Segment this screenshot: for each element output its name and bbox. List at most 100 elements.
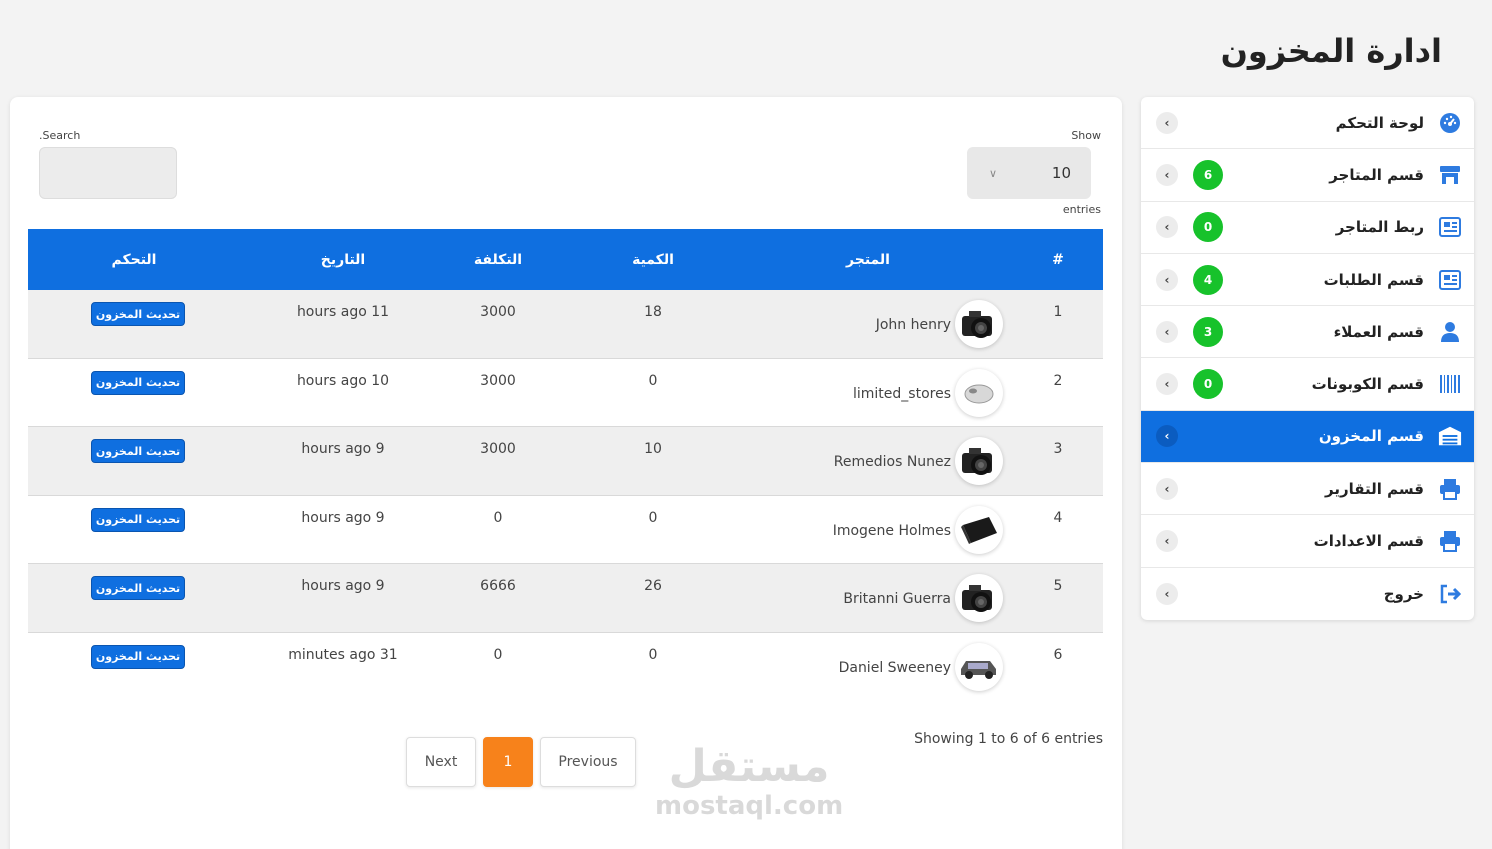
previous-page-button[interactable]: Previous — [540, 737, 636, 787]
quantity-value: 10 — [644, 441, 662, 458]
count-badge: 3 — [1193, 316, 1223, 347]
chevron-left-icon: ‹ — [1156, 111, 1178, 134]
quantity-value: 26 — [644, 578, 662, 595]
header-cost[interactable]: التكلفة — [448, 252, 548, 268]
sidebar-item-inventory[interactable]: قسم المخزون ‹ — [1141, 410, 1474, 464]
store-icon — [1438, 163, 1462, 187]
sidebar-menu: لوحة التحكم ‹ قسم المتاجر 6 ‹ ربط المتاج… — [1141, 97, 1474, 620]
cost-value: 0 — [493, 509, 503, 526]
sidebar-item-logout[interactable]: خروج ‹ — [1141, 568, 1474, 620]
chevron-left-icon: ‹ — [1156, 373, 1178, 396]
header-date[interactable]: التاريخ — [293, 252, 393, 268]
chevron-left-icon: ‹ — [1156, 477, 1178, 500]
entries-label: entries — [1062, 203, 1101, 216]
store-name: John henry — [875, 317, 951, 333]
cost-value: 3000 — [480, 304, 516, 320]
sidebar-item-label: ربط المتاجر — [1335, 218, 1424, 237]
mostaql-watermark: مستقل mostaql.com — [655, 742, 844, 821]
entries-length-select[interactable]: 10 ∨ — [967, 147, 1091, 199]
row-num: 4 — [1053, 509, 1063, 526]
date-value: hours ago 11 — [296, 304, 390, 320]
car-thumbnail — [955, 642, 1003, 691]
camera-thumbnail — [955, 300, 1003, 348]
barcode-icon — [1438, 372, 1462, 396]
store-name: Daniel Sweeney — [838, 659, 951, 676]
page-title: ادارة المخزون — [1220, 32, 1442, 70]
quantity-value: 0 — [648, 509, 658, 526]
next-page-button[interactable]: Next — [406, 737, 476, 787]
table-row: 6 Daniel Sweeney 0 0 minutes ago 31 تحدي… — [28, 632, 1103, 702]
table-row: 4 Imogene Holmes 0 0 hours ago 9 تحديث ا… — [28, 495, 1103, 565]
header-quantity[interactable]: الكمية — [603, 252, 703, 268]
table-info: Showing 1 to 6 of 6 entries — [914, 731, 1103, 747]
quantity-value: 18 — [644, 304, 662, 320]
quantity-value: 0 — [648, 646, 658, 663]
chevron-left-icon: ‹ — [1156, 425, 1178, 448]
update-stock-button[interactable]: تحديث المخزون — [91, 644, 185, 669]
inventory-table: # المتجر الكمية التكلفة التاريخ التحكم 1… — [28, 229, 1103, 702]
chevron-left-icon: ‹ — [1156, 268, 1178, 291]
sidebar-item-reports[interactable]: قسم التقارير ‹ — [1141, 463, 1474, 516]
sidebar-item-label: قسم المتاجر — [1329, 165, 1424, 184]
sidebar-item-link-stores[interactable]: ربط المتاجر 0 ‹ — [1141, 202, 1474, 254]
store-name: limited_stores — [853, 385, 951, 402]
search-input[interactable] — [39, 147, 177, 199]
update-stock-button[interactable]: تحديث المخزون — [91, 370, 185, 395]
store-name: Imogene Holmes — [832, 522, 951, 539]
user-icon — [1438, 320, 1462, 344]
update-stock-button[interactable]: تحديث المخزون — [91, 507, 185, 532]
cost-value: 6666 — [480, 578, 516, 595]
update-stock-button[interactable]: تحديث المخزون — [91, 439, 185, 464]
header-store[interactable]: المتجر — [773, 252, 963, 268]
count-badge: 0 — [1193, 212, 1223, 243]
chevron-left-icon: ‹ — [1156, 163, 1178, 186]
sidebar-item-label: قسم التقارير — [1325, 479, 1424, 498]
sidebar-item-label: قسم العملاء — [1333, 322, 1424, 341]
sidebar-item-label: قسم الاعدادات — [1313, 532, 1424, 551]
mouse-thumbnail — [955, 368, 1003, 417]
row-num: 2 — [1053, 372, 1063, 389]
sidebar-item-settings[interactable]: قسم الاعدادات ‹ — [1141, 515, 1474, 568]
table-row: 2 limited_stores 0 3000 hours ago 10 تحد… — [28, 358, 1103, 428]
inventory-panel: Show 10 ∨ entries .Search # المتجر الكمي… — [10, 97, 1122, 849]
date-value: hours ago 10 — [296, 372, 390, 389]
sidebar-item-customers[interactable]: قسم العملاء 3 ‹ — [1141, 306, 1474, 359]
header-control[interactable]: التحكم — [84, 252, 184, 268]
entries-length-value: 10 — [1051, 164, 1071, 182]
sidebar-item-dashboard[interactable]: لوحة التحكم ‹ — [1141, 97, 1474, 150]
sidebar-item-label: خروج — [1383, 584, 1424, 603]
chevron-left-icon: ‹ — [1156, 320, 1178, 343]
date-value: hours ago 9 — [301, 509, 385, 526]
chevron-left-icon: ‹ — [1156, 216, 1178, 239]
row-num: 6 — [1053, 646, 1063, 663]
chevron-left-icon: ‹ — [1156, 530, 1178, 553]
newspaper-icon — [1438, 268, 1462, 292]
header-num[interactable]: # — [1043, 252, 1073, 268]
table-row: 1 John henry 18 3000 hours ago 11 تحديث … — [28, 290, 1103, 359]
date-value: minutes ago 31 — [288, 646, 398, 663]
store-name: Britanni Guerra — [843, 591, 951, 608]
cost-value: 0 — [493, 646, 503, 663]
row-num: 5 — [1053, 578, 1063, 595]
update-stock-button[interactable]: تحديث المخزون — [91, 576, 185, 601]
table-header: # المتجر الكمية التكلفة التاريخ التحكم — [28, 229, 1103, 290]
sidebar-item-coupons[interactable]: قسم الكوبونات 0 ‹ — [1141, 358, 1474, 411]
sidebar-item-label: قسم الطلبات — [1323, 270, 1424, 289]
quantity-value: 0 — [648, 372, 658, 389]
watermark-latin: mostaql.com — [655, 791, 844, 821]
sign-out-icon — [1438, 582, 1462, 606]
count-badge: 6 — [1193, 159, 1223, 190]
sidebar-item-orders[interactable]: قسم الطلبات 4 ‹ — [1141, 254, 1474, 307]
page-1-button[interactable]: 1 — [483, 737, 533, 787]
date-value: hours ago 9 — [301, 441, 385, 458]
store-name: Remedios Nunez — [833, 454, 951, 471]
update-stock-button[interactable]: تحديث المخزون — [91, 302, 185, 326]
count-badge: 0 — [1193, 369, 1223, 400]
camera-thumbnail — [955, 574, 1003, 623]
date-value: hours ago 9 — [301, 578, 385, 595]
table-row: 3 Remedios Nunez 10 3000 hours ago 9 تحد… — [28, 427, 1103, 496]
sidebar-item-stores[interactable]: قسم المتاجر 6 ‹ — [1141, 149, 1474, 202]
search-label: .Search — [39, 129, 81, 142]
newspaper-icon — [1438, 215, 1462, 239]
cost-value: 3000 — [480, 441, 516, 458]
